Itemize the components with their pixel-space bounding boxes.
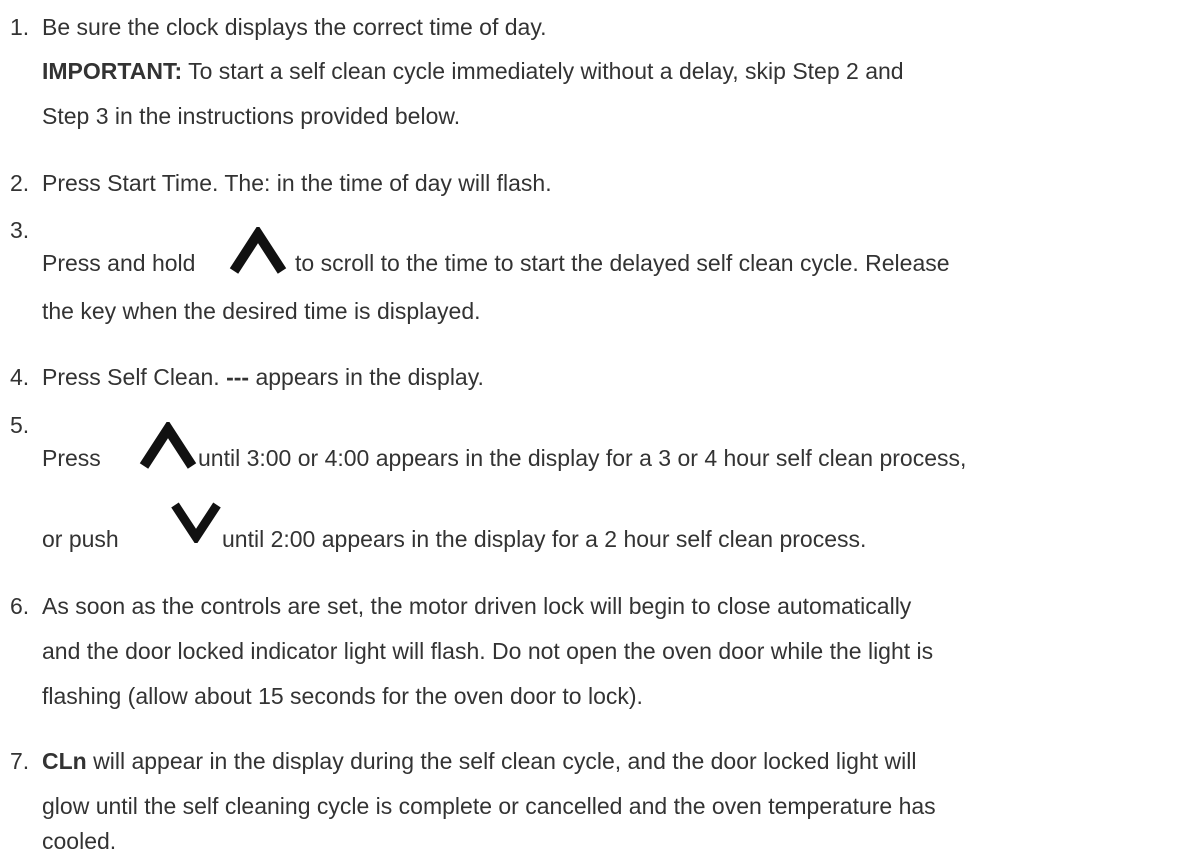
step-5-text-post: until 3:00 or 4:00 appears in the displa…	[198, 445, 967, 471]
step-6-text-line-3: flashing (allow about 15 seconds for the…	[42, 683, 643, 709]
step-6-text-line-1: As soon as the controls are set, the mot…	[42, 593, 912, 619]
display-cln: CLn	[42, 748, 87, 774]
step-7-text-line-1: CLn will appear in the display during th…	[42, 746, 916, 776]
chevron-up-icon	[139, 422, 197, 470]
step-7-number: 7.	[10, 748, 30, 774]
step-1-important-line-2: Step 3 in the instructions provided belo…	[42, 103, 461, 129]
step-4-text-post: appears in the display.	[249, 364, 484, 390]
step-4-text-pre: Press Self Clean.	[42, 364, 227, 390]
step-3-number: 3.	[10, 217, 30, 243]
step-7-text-rest: will appear in the display during the se…	[86, 748, 917, 774]
step-4-text: Press Self Clean. --- appears in the dis…	[42, 362, 484, 392]
important-label: IMPORTANT:	[42, 58, 183, 84]
step-2-text: Press Start Time. The: in the time of da…	[42, 170, 552, 196]
step-1-number: 1.	[10, 14, 30, 40]
chevron-up-icon	[229, 227, 287, 275]
step-2-number: 2.	[10, 170, 30, 196]
important-text: To start a self clean cycle immediately …	[182, 58, 904, 84]
step-1-important-line: IMPORTANT: To start a self clean cycle i…	[42, 56, 904, 86]
instruction-document: 1. Be sure the clock displays the correc…	[0, 0, 1196, 854]
step-6-number: 6.	[10, 593, 30, 619]
step-3-text-post: to scroll to the time to start the delay…	[295, 250, 950, 276]
step-3-text-pre: Press and hold	[42, 250, 196, 276]
step-7-text-line-2: glow until the self cleaning cycle is co…	[42, 793, 936, 819]
step-4-number: 4.	[10, 364, 30, 390]
display-dashes: ---	[226, 364, 250, 390]
chevron-down-icon	[170, 501, 222, 543]
step-6-text-line-2: and the door locked indicator light will…	[42, 638, 934, 664]
step-5-text-pre: Press	[42, 445, 101, 471]
step-5-text-pre-2: or push	[42, 526, 119, 552]
step-5-text-post-2: until 2:00 appears in the display for a …	[222, 526, 867, 552]
step-3-text-line-2: the key when the desired time is display…	[42, 298, 481, 324]
step-5-number: 5.	[10, 412, 30, 438]
step-1-text: Be sure the clock displays the correct t…	[42, 14, 547, 40]
